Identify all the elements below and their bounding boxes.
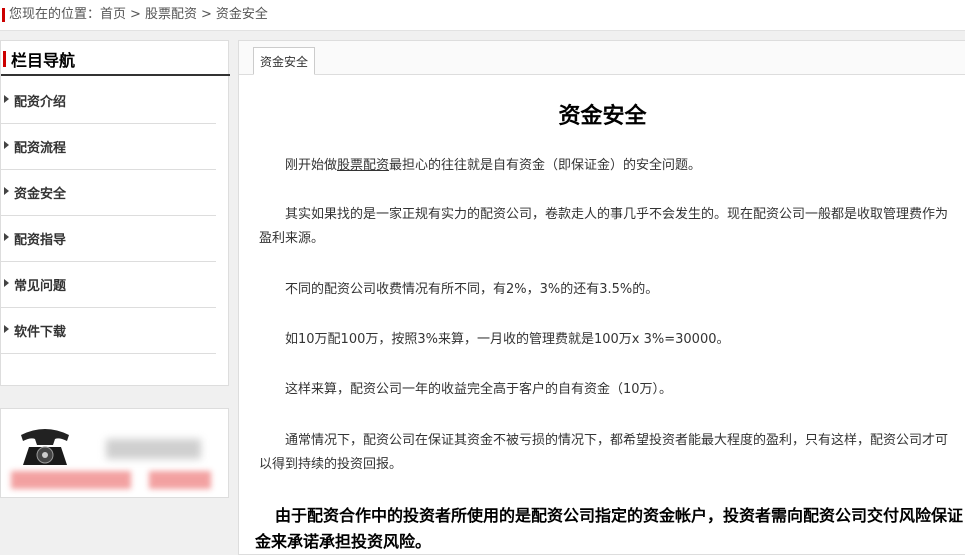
- arrow-right-icon: [4, 325, 9, 333]
- sidebar-item-process[interactable]: 配资流程: [1, 124, 216, 170]
- paragraph-2: 其实如果找的是一家正规有实力的配资公司，卷款走人的事几乎不会发生的。现在配资公司…: [259, 207, 949, 246]
- paragraph-3: 不同的配资公司收费情况有所不同，有2%，3%的还有3.5%的。: [285, 282, 659, 297]
- paragraph-text: 最担心的往往就是自有资金（即保证金）的安全问题。: [389, 158, 702, 173]
- sidebar-nav: 配资介绍 配资流程 资金安全 配资指导 常见问题 软件下载: [1, 78, 216, 354]
- breadcrumb-link-home[interactable]: 首页: [100, 7, 126, 22]
- breadcrumb-text: 您现在的位置：首页 > 股票配资 > 资金安全: [9, 0, 268, 30]
- breadcrumb-link-fund-safety[interactable]: 资金安全: [216, 7, 268, 22]
- sidebar-item-label: 配资指导: [14, 233, 67, 248]
- paragraph-5: 这样来算，配资公司一年的收益完全高于客户的自有资金（10万）。: [285, 382, 673, 397]
- paragraph-1: 刚开始做股票配资最担心的往往就是自有资金（即保证金）的安全问题。: [259, 154, 959, 178]
- tab-strip: 资金安全: [239, 41, 965, 75]
- arrow-right-icon: [4, 187, 9, 195]
- arrow-right-icon: [4, 279, 9, 287]
- sidebar-item-software-download[interactable]: 软件下载: [1, 308, 216, 354]
- breadcrumb-prefix: 您现在的位置：: [9, 7, 101, 22]
- paragraph-4: 如10万配100万，按照3%来算，一月收的管理费就是100万x 3%=30000…: [285, 332, 730, 347]
- breadcrumb-separator: >: [130, 7, 141, 22]
- sidebar-header-marker: [3, 51, 6, 67]
- sidebar-item-intro[interactable]: 配资介绍: [1, 78, 216, 124]
- redacted-contact-extra: [149, 471, 211, 489]
- sidebar-item-label: 软件下载: [14, 325, 67, 340]
- sidebar-item-fund-safety[interactable]: 资金安全: [1, 170, 216, 216]
- sidebar-item-faq[interactable]: 常见问题: [1, 262, 216, 308]
- arrow-right-icon: [4, 233, 9, 241]
- page-title: 资金安全: [558, 104, 647, 129]
- breadcrumb-marker: [2, 8, 5, 22]
- main-content: 资金安全 资金安全 刚开始做股票配资最担心的往往就是自有资金（即保证金）的安全问…: [238, 40, 965, 555]
- arrow-right-icon: [4, 95, 9, 103]
- paragraph-text: 刚开始做: [285, 158, 338, 173]
- paragraph-7: 由于配资合作中的投资者所使用的是配资公司指定的资金帐户，投资者需向配资公司交付风…: [255, 506, 964, 551]
- redacted-contact-number: [11, 471, 131, 489]
- contact-box: [0, 408, 229, 498]
- breadcrumb: 您现在的位置：首页 > 股票配资 > 资金安全: [0, 0, 965, 31]
- breadcrumb-separator: >: [200, 7, 212, 22]
- telephone-icon: [21, 429, 69, 465]
- arrow-right-icon: [4, 141, 9, 149]
- sidebar-item-label: 常见问题: [14, 279, 67, 294]
- sidebar-header: 栏目导航: [1, 41, 230, 76]
- breadcrumb-link-stock-allocation[interactable]: 股票配资: [145, 7, 197, 22]
- tab-fund-safety[interactable]: 资金安全: [253, 47, 316, 75]
- redacted-contact-name: [106, 439, 201, 459]
- sidebar-item-label: 配资介绍: [14, 95, 67, 110]
- paragraph-6: 通常情况下，配资公司在保证其资金不被亏损的情况下，都希望投资者能最大程度的盈利，…: [259, 433, 949, 472]
- sidebar: 栏目导航 配资介绍 配资流程 资金安全 配资指导 常见问题 软件下载: [0, 40, 230, 386]
- sidebar-item-guidance[interactable]: 配资指导: [1, 216, 216, 262]
- sidebar-title: 栏目导航: [11, 51, 76, 70]
- sidebar-item-label: 配资流程: [14, 141, 67, 156]
- stock-allocation-link[interactable]: 股票配资: [337, 158, 389, 173]
- sidebar-item-label: 资金安全: [14, 187, 67, 202]
